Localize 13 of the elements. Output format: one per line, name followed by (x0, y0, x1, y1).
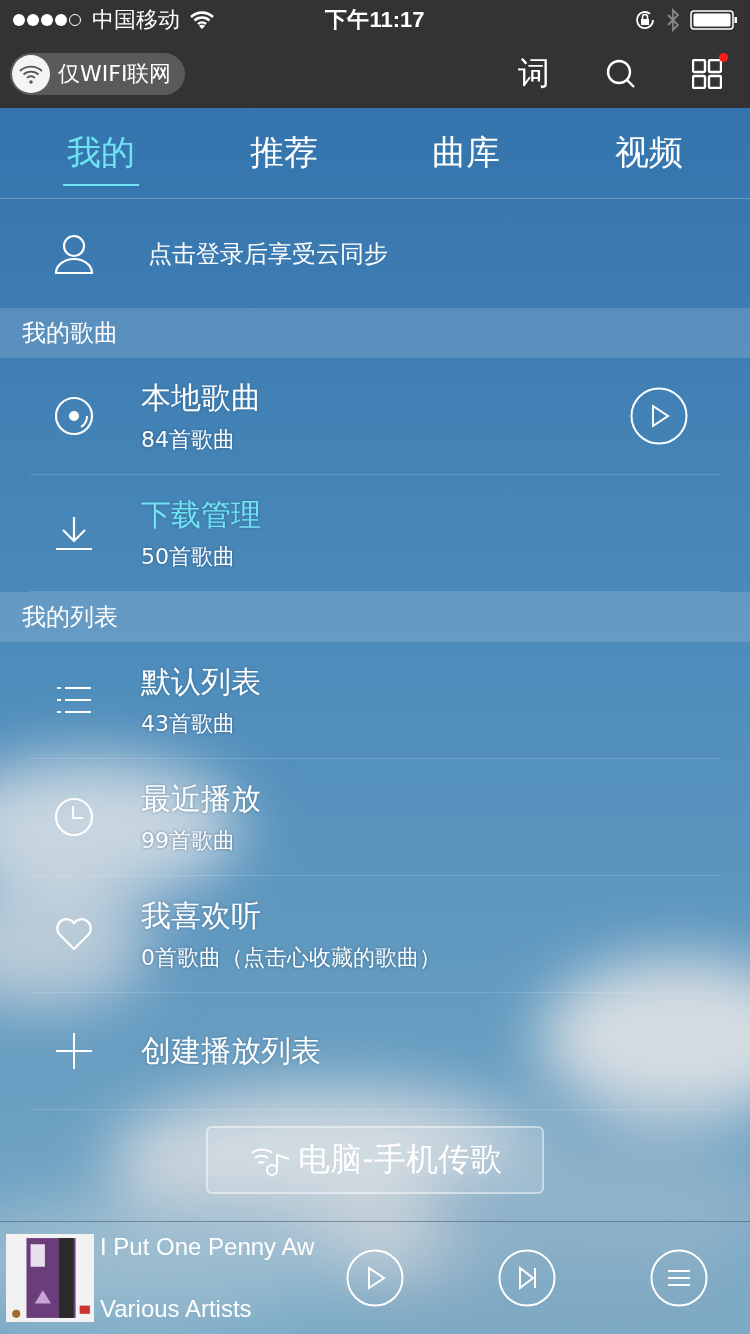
battery-icon (690, 9, 738, 31)
carrier-name: 中国移动 (92, 6, 180, 34)
search-icon[interactable] (606, 59, 636, 89)
bluetooth-icon (666, 8, 680, 32)
clock-time: 下午11:17 (325, 6, 425, 34)
wifi-only-label: 仅WIFI联网 (58, 60, 172, 88)
rotation-lock-icon (634, 9, 656, 31)
lyrics-button[interactable]: 词 (518, 52, 550, 96)
wifi-icon (190, 11, 214, 29)
wifi-only-toggle[interactable]: 仅WIFI联网 (10, 53, 186, 95)
signal-icon (12, 13, 82, 27)
wifi-icon (12, 55, 50, 93)
grid-icon[interactable] (692, 59, 722, 89)
